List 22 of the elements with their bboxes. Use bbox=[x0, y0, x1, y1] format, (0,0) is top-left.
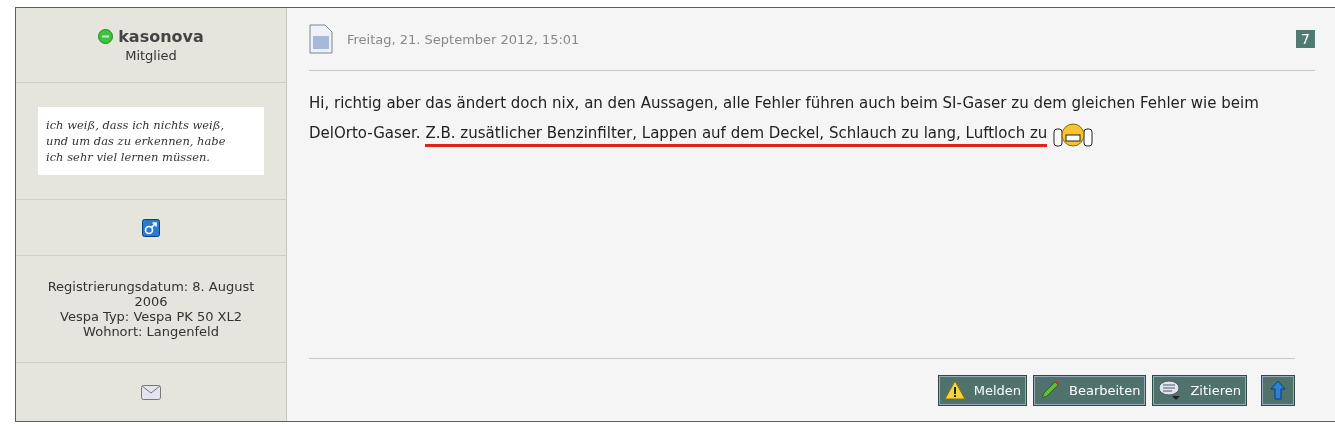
envelope-icon[interactable] bbox=[141, 384, 161, 400]
user-rank: Mitglied bbox=[125, 48, 177, 63]
post-number[interactable]: 7 bbox=[1296, 30, 1315, 48]
username[interactable]: kasonova bbox=[118, 27, 204, 46]
document-icon bbox=[309, 24, 333, 54]
profile-info: Wohnort: Langenfeld bbox=[83, 324, 219, 339]
signature-line: ich weiß, dass ich nichts weiß, bbox=[46, 117, 226, 133]
signature-line: ich sehr viel lernen müssen. bbox=[46, 149, 211, 165]
up-arrow-icon bbox=[1270, 380, 1286, 400]
report-button[interactable]: Melden bbox=[937, 374, 1028, 406]
profile-info: Registrierungsdatum: 8. August 2006 bbox=[46, 279, 256, 309]
speech-bubble-icon bbox=[1158, 379, 1183, 401]
signature-line: und um das zu erkennen, habe bbox=[46, 133, 227, 149]
scroll-top-button[interactable] bbox=[1261, 374, 1295, 406]
profile-info: Vespa Typ: Vespa PK 50 XL2 bbox=[60, 309, 242, 324]
male-symbol-icon bbox=[142, 218, 160, 237]
warning-icon bbox=[943, 380, 966, 400]
post-message: Hi, richtig aber das ändert doch nix, an den Aussagen, alle Fehler führen auch beim SI-Gaser zu dem gleichen Fehler wie beim DelOrto-Gaser. Z.B. zusätlicher Benzinfilter, Lappen auf dem Deckel, Schlauch zu lang, Luftloch zu bbox=[309, 88, 1315, 358]
quote-button[interactable]: Zitieren bbox=[1152, 374, 1247, 406]
pencil-icon bbox=[1039, 379, 1062, 401]
post-date: Freitag, 21. September 2012, 15:01 bbox=[347, 31, 581, 47]
edit-button[interactable]: Bearbeiten bbox=[1033, 374, 1147, 406]
